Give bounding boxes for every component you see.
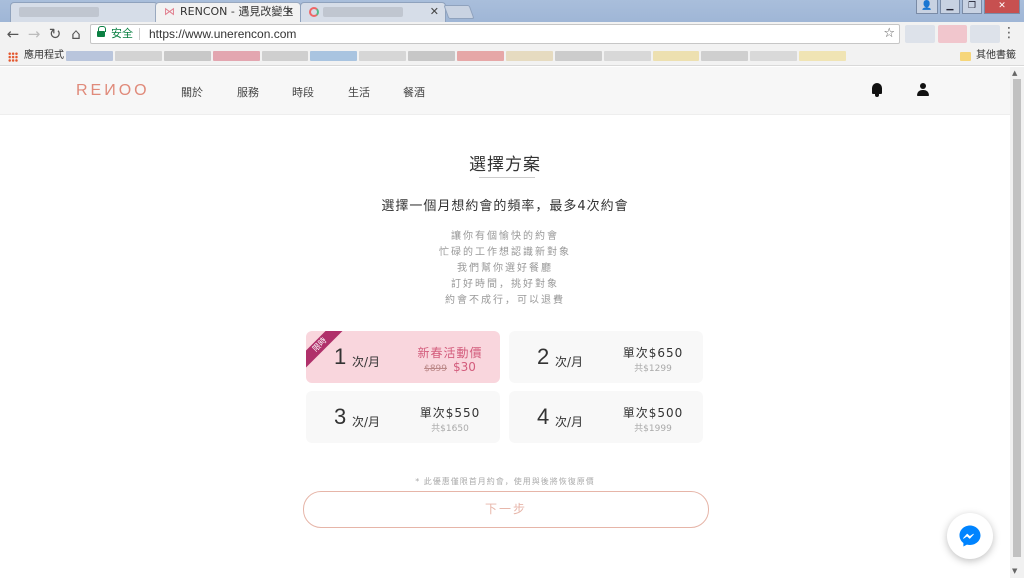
plan-count: 1 — [334, 344, 347, 369]
messenger-chat-button[interactable] — [947, 513, 993, 559]
reload-icon[interactable]: ↻ — [46, 25, 64, 43]
title-underline — [479, 177, 535, 178]
plan-count: 4 — [537, 404, 550, 429]
google-favicon-icon — [309, 7, 319, 17]
page-scrollbar[interactable]: ▲ ▼ — [1010, 67, 1024, 578]
site-header: REИOO 關於 服務 時段 生活 餐酒 — [0, 67, 1010, 115]
rencon-favicon-icon: ⋈ — [164, 5, 175, 18]
notification-bell-icon[interactable] — [871, 83, 883, 97]
minimize-icon[interactable]: ▁ — [940, 0, 960, 14]
plan-card-1[interactable]: 限時 1 次/月 新春活動價 $899 $30 — [306, 331, 500, 383]
description-line: 訂好時間，挑好對象 — [451, 279, 559, 290]
plan-old-price: $899 — [424, 364, 447, 374]
description-line: 約會不成行，可以退費 — [445, 295, 565, 306]
forward-arrow-icon[interactable]: → — [25, 25, 43, 43]
plan-card-2[interactable]: 2 次/月 單次$650 共$1299 — [509, 331, 703, 383]
user-account-icon[interactable] — [917, 83, 929, 97]
promo-note: * 此優惠僅限首月約會，使用與後將恢復原價 — [415, 477, 595, 486]
plan-unit-price: 單次$500 — [622, 406, 684, 420]
close-tab-icon[interactable]: ✕ — [430, 3, 439, 21]
url-text[interactable]: https://www.unerencon.com — [149, 25, 296, 43]
plan-unit-price: 單次$650 — [622, 346, 684, 360]
browser-tab-active[interactable]: ⋈RENCON - 遇見改變生活 ✕ — [155, 2, 301, 36]
page-subtitle: 選擇一個月想約會的頻率，最多4次約會 — [381, 199, 629, 214]
description-line: 我們幫你選好餐廳 — [457, 263, 553, 274]
security-label: 安全 — [111, 27, 133, 40]
extensions-area[interactable] — [905, 25, 1001, 43]
nav-link-life[interactable]: 生活 — [348, 84, 370, 100]
nav-link-services[interactable]: 服務 — [237, 84, 259, 100]
plan-count: 2 — [537, 344, 550, 369]
plan-count: 3 — [334, 404, 347, 429]
scroll-up-icon[interactable]: ▲ — [1012, 69, 1017, 77]
window-controls: 👤 ▁ ❐ ✕ — [916, 0, 1020, 14]
plan-unit: 次/月 — [352, 415, 381, 429]
page-title: 選擇方案 — [469, 155, 541, 175]
profile-icon[interactable]: 👤 — [916, 0, 938, 14]
plan-new-price: $30 — [453, 360, 476, 374]
web-page: REИOO 關於 服務 時段 生活 餐酒 選擇方案 選擇一個月想約會的頻率，最多… — [0, 67, 1010, 578]
divider — [139, 28, 140, 40]
browser-tab-3[interactable]: ✕ — [300, 2, 446, 22]
bookmarks-bar: 應用程式 其他書籤 — [0, 46, 1024, 66]
messenger-icon — [959, 525, 981, 547]
address-bar[interactable]: 安全 https://www.unerencon.com ☆ — [90, 24, 900, 44]
plan-unit: 次/月 — [555, 415, 584, 429]
nav-link-timeslots[interactable]: 時段 — [292, 84, 314, 100]
restore-icon[interactable]: ❐ — [962, 0, 982, 14]
scroll-thumb[interactable] — [1013, 79, 1021, 557]
apps-bookmark[interactable]: 應用程式 — [24, 46, 64, 66]
home-icon[interactable]: ⌂ — [67, 25, 85, 43]
browser-tab-1[interactable] — [10, 2, 158, 22]
close-window-icon[interactable]: ✕ — [984, 0, 1020, 14]
other-bookmarks[interactable]: 其他書籤 — [976, 46, 1016, 66]
folder-icon — [960, 52, 971, 61]
close-tab-icon[interactable]: ✕ — [285, 3, 294, 21]
description-line: 忙碌的工作想認識新對象 — [439, 247, 571, 258]
description-line: 讓你有個愉快的約會 — [451, 231, 559, 242]
plan-total-price: 共$1299 — [634, 364, 672, 374]
new-tab-button[interactable] — [443, 5, 475, 19]
blurred-tab-title — [19, 7, 99, 17]
browser-toolbar: ← → ↻ ⌂ 安全 https://www.unerencon.com ☆ ⋮ — [0, 22, 1024, 46]
site-logo[interactable]: REИOO — [76, 82, 150, 100]
plan-unit-price: 單次$550 — [419, 406, 481, 420]
scroll-down-icon[interactable]: ▼ — [1012, 567, 1017, 575]
plan-promo-prices: $899 $30 — [410, 360, 490, 374]
plan-card-3[interactable]: 3 次/月 單次$550 共$1650 — [306, 391, 500, 443]
plan-unit: 次/月 — [352, 355, 381, 369]
plan-card-4[interactable]: 4 次/月 單次$500 共$1999 — [509, 391, 703, 443]
lock-icon — [97, 26, 106, 38]
bookmark-star-icon[interactable]: ☆ — [883, 25, 895, 43]
back-arrow-icon[interactable]: ← — [4, 25, 22, 43]
blurred-tab-title — [323, 7, 403, 17]
blurred-bookmarks[interactable] — [66, 51, 846, 61]
plan-promo-label: 新春活動價 — [417, 346, 483, 360]
next-step-button[interactable]: 下一步 — [303, 491, 709, 528]
browser-tab-strip: ⋈RENCON - 遇見改變生活 ✕ ✕ 👤 ▁ ❐ ✕ — [0, 0, 1024, 36]
nav-link-dining[interactable]: 餐酒 — [403, 84, 425, 100]
plan-total-price: 共$1650 — [431, 424, 469, 434]
apps-grid-icon[interactable] — [8, 52, 18, 62]
nav-link-about[interactable]: 關於 — [181, 84, 203, 100]
plan-unit: 次/月 — [555, 355, 584, 369]
plan-total-price: 共$1999 — [634, 424, 672, 434]
browser-menu-icon[interactable]: ⋮ — [1002, 25, 1016, 41]
